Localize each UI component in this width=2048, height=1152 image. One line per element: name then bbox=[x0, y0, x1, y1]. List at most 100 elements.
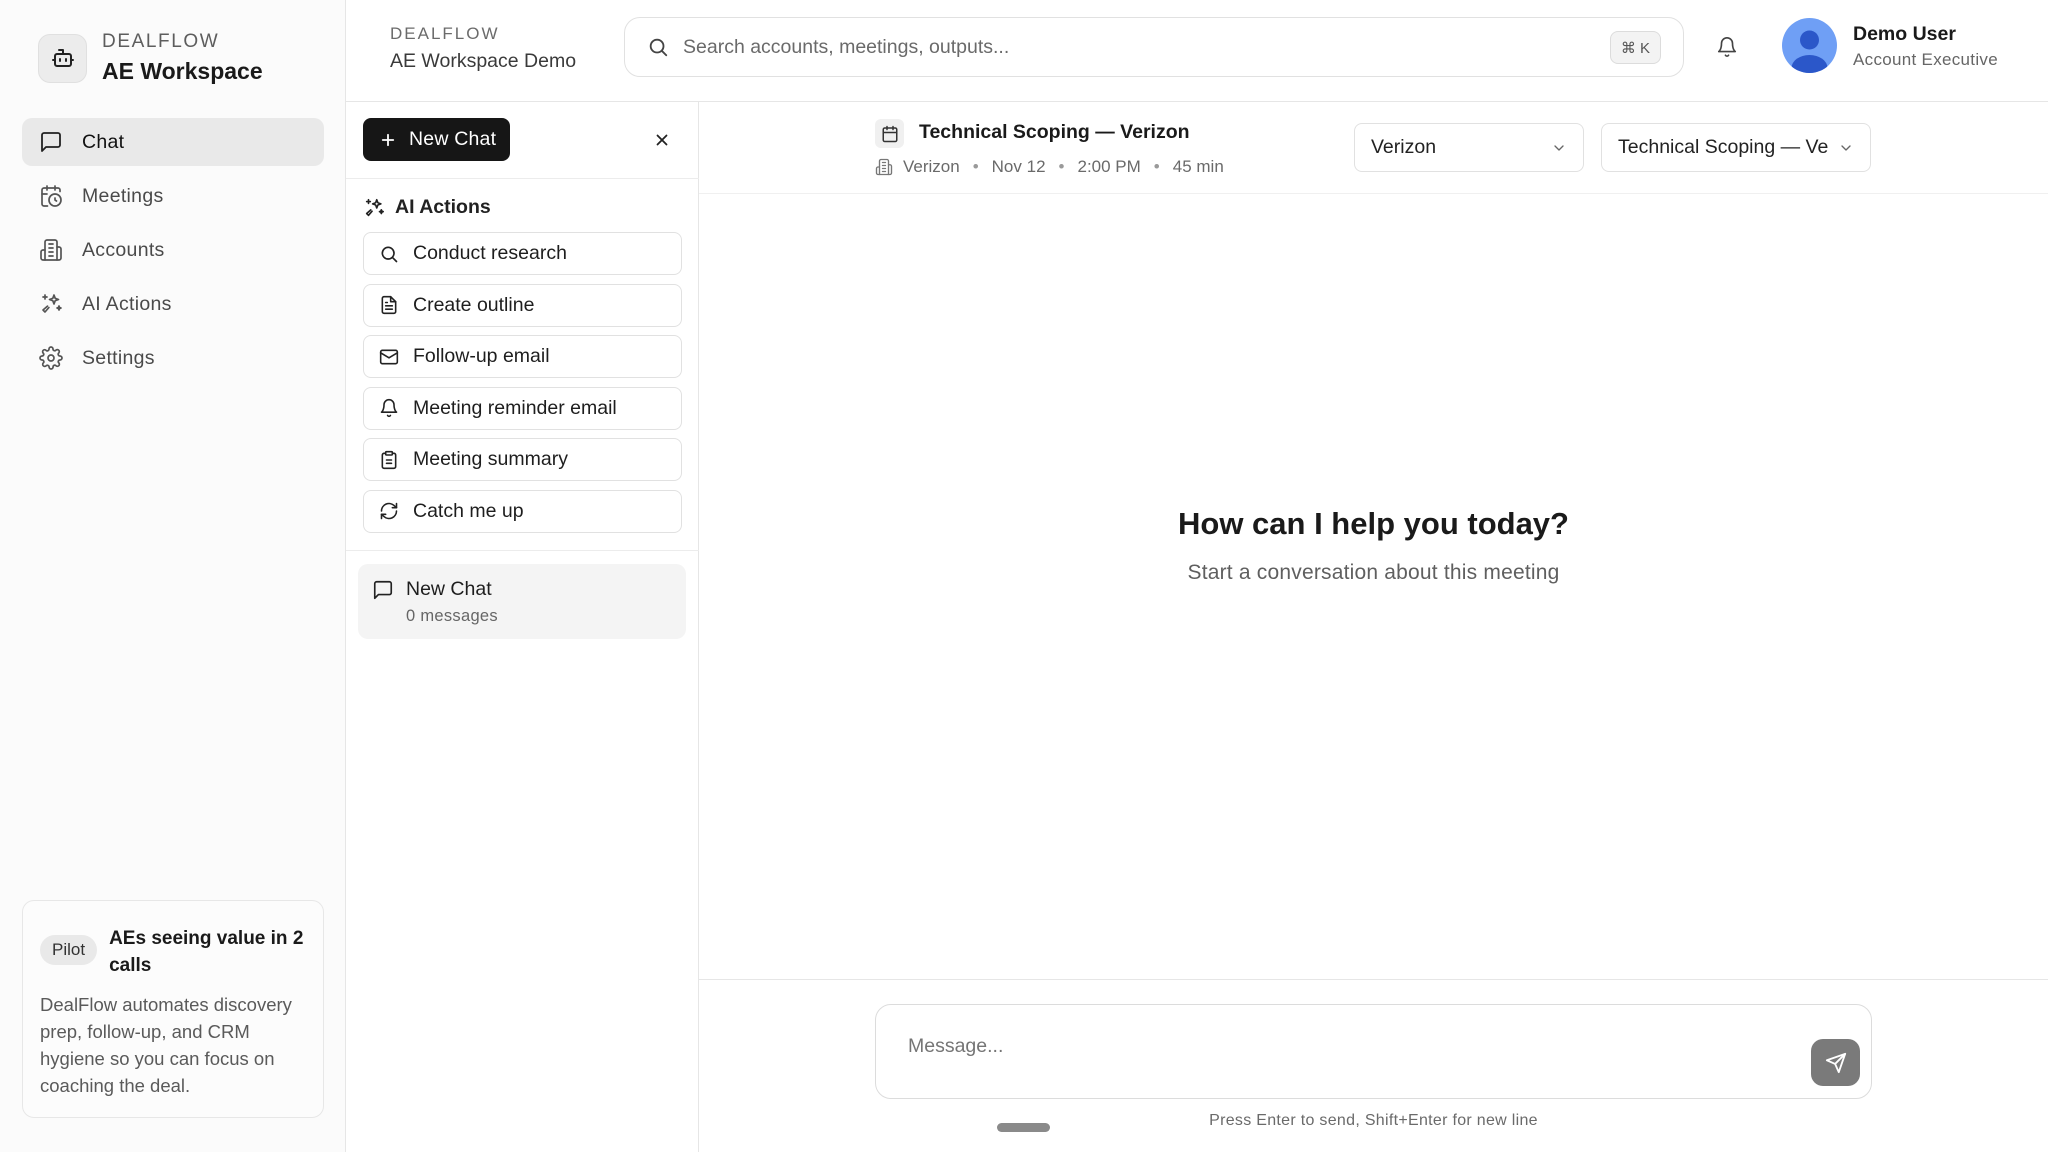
file-text-icon bbox=[379, 295, 399, 315]
chevron-down-icon bbox=[1551, 140, 1567, 156]
nav-item-chat[interactable]: Chat bbox=[22, 118, 324, 166]
meeting-date: Nov 12 bbox=[991, 157, 1046, 176]
close-panel-button[interactable] bbox=[648, 126, 676, 154]
send-icon bbox=[1825, 1052, 1847, 1074]
sparkles-icon bbox=[363, 197, 385, 219]
nav-item-meetings[interactable]: Meetings bbox=[22, 172, 324, 220]
ai-actions-heading-label: AI Actions bbox=[395, 196, 491, 218]
clipboard-icon bbox=[379, 450, 399, 470]
pilot-badge: Pilot bbox=[40, 935, 98, 965]
brand[interactable]: DEALFLOW AE Workspace bbox=[38, 30, 263, 86]
chat-message-count: 0 messages bbox=[406, 607, 498, 625]
meeting-account: Verizon bbox=[903, 157, 960, 176]
meeting-header: Technical Scoping — Verizon Verizon • No… bbox=[699, 102, 2048, 194]
workspace-kicker: DEALFLOW bbox=[390, 24, 500, 43]
send-button[interactable] bbox=[1811, 1039, 1860, 1086]
bell-icon bbox=[1716, 36, 1738, 58]
message-square-icon bbox=[372, 579, 394, 601]
action-meeting-summary[interactable]: Meeting summary bbox=[363, 438, 682, 481]
empty-state-title: How can I help you today? bbox=[1178, 506, 1569, 541]
action-label: Meeting summary bbox=[413, 448, 568, 470]
separator-dot: • bbox=[1058, 157, 1065, 176]
meeting-time: 2:00 PM bbox=[1077, 157, 1141, 176]
message-input[interactable] bbox=[908, 1035, 1768, 1065]
user-name: Demo User bbox=[1853, 22, 1956, 45]
search-shortcut: ⌘ K bbox=[1609, 31, 1661, 64]
message-composer bbox=[875, 1004, 1872, 1099]
new-chat-label: New Chat bbox=[409, 128, 497, 150]
nav-item-label: Settings bbox=[82, 346, 155, 369]
main-nav: Chat Meetings Accounts AI Actions Settin… bbox=[22, 118, 324, 388]
divider bbox=[346, 178, 699, 179]
ai-actions-list: Conduct research Create outline Follow-u… bbox=[363, 232, 682, 541]
pilot-title: AEs seeing value in 2 calls bbox=[109, 928, 304, 976]
plus-icon bbox=[379, 131, 397, 149]
action-follow-up-email[interactable]: Follow-up email bbox=[363, 335, 682, 378]
chat-list-item[interactable]: New Chat 0 messages bbox=[358, 564, 686, 639]
action-meeting-reminder-email[interactable]: Meeting reminder email bbox=[363, 386, 682, 430]
notifications-button[interactable] bbox=[1712, 32, 1742, 62]
search-icon bbox=[379, 244, 399, 264]
chat-title: New Chat bbox=[406, 578, 492, 600]
separator-dot: • bbox=[972, 157, 979, 176]
workspace-label: DEALFLOW AE Workspace Demo bbox=[390, 23, 576, 74]
meeting-select-value: Technical Scoping — Verizon bbox=[1618, 136, 1828, 158]
divider bbox=[346, 550, 699, 551]
ai-actions-heading: AI Actions bbox=[363, 196, 491, 219]
bot-icon bbox=[38, 33, 87, 83]
composer-hint: Press Enter to send, Shift+Enter for new… bbox=[1209, 1112, 1538, 1129]
avatar bbox=[1782, 18, 1837, 73]
action-catch-me-up[interactable]: Catch me up bbox=[363, 489, 682, 533]
nav-item-label: Chat bbox=[82, 130, 125, 153]
calendar-icon bbox=[875, 119, 904, 148]
refresh-icon bbox=[379, 501, 399, 521]
nav-item-ai-actions[interactable]: AI Actions bbox=[22, 280, 324, 328]
brand-kicker: DEALFLOW bbox=[102, 31, 220, 52]
workspace-name: AE Workspace Demo bbox=[390, 50, 577, 72]
message-square-icon bbox=[38, 129, 64, 155]
action-label: Follow-up email bbox=[413, 345, 550, 367]
chat-main: Technical Scoping — Verizon Verizon • No… bbox=[699, 102, 2048, 1152]
calendar-clock-icon bbox=[38, 183, 64, 209]
separator-dot: • bbox=[1153, 157, 1160, 176]
sparkles-icon bbox=[38, 291, 64, 317]
nav-item-accounts[interactable]: Accounts bbox=[22, 226, 324, 274]
gear-icon bbox=[38, 345, 64, 371]
pilot-body: DealFlow automates discovery prep, follo… bbox=[40, 994, 292, 1096]
search-input[interactable] bbox=[683, 35, 1583, 59]
top-header: DEALFLOW AE Workspace Demo ⌘ K Demo User… bbox=[346, 0, 2048, 102]
brand-title: AE Workspace bbox=[102, 58, 263, 84]
divider bbox=[699, 979, 2048, 980]
mail-icon bbox=[379, 347, 399, 367]
building-icon bbox=[38, 237, 64, 263]
close-icon bbox=[653, 131, 671, 149]
action-create-outline[interactable]: Create outline bbox=[363, 283, 682, 327]
left-navigation: DEALFLOW AE Workspace Chat Meetings Acco… bbox=[0, 0, 346, 1152]
chat-sidebar: New Chat AI Actions Conduct research Cre… bbox=[346, 102, 699, 1152]
chevron-down-icon bbox=[1838, 140, 1854, 156]
empty-state-subtitle: Start a conversation about this meeting bbox=[1187, 561, 1560, 584]
action-label: Create outline bbox=[413, 293, 535, 316]
action-label: Meeting reminder email bbox=[413, 396, 617, 419]
nav-item-settings[interactable]: Settings bbox=[22, 334, 324, 382]
action-label: Catch me up bbox=[413, 499, 524, 522]
meeting-title: Technical Scoping — Verizon bbox=[919, 121, 1190, 143]
search-bar[interactable]: ⌘ K bbox=[624, 17, 1684, 77]
nav-item-label: AI Actions bbox=[82, 292, 172, 315]
meeting-meta: Verizon • Nov 12 • 2:00 PM • 45 min bbox=[875, 157, 1224, 177]
user-role: Account Executive bbox=[1853, 49, 1998, 69]
user-menu[interactable]: Demo User Account Executive bbox=[1782, 18, 1998, 73]
new-chat-button[interactable]: New Chat bbox=[363, 118, 510, 161]
nav-item-label: Meetings bbox=[82, 184, 164, 207]
building-icon bbox=[875, 158, 893, 176]
account-select-value: Verizon bbox=[1371, 136, 1437, 158]
pilot-card: Pilot AEs seeing value in 2 calls DealFl… bbox=[22, 900, 324, 1118]
meeting-select[interactable]: Technical Scoping — Verizon bbox=[1601, 123, 1871, 172]
meeting-duration: 45 min bbox=[1172, 157, 1224, 176]
action-label: Conduct research bbox=[413, 242, 567, 264]
search-icon bbox=[647, 36, 669, 58]
nav-item-label: Accounts bbox=[82, 238, 165, 261]
bell-icon bbox=[379, 398, 399, 418]
account-select[interactable]: Verizon bbox=[1354, 123, 1584, 172]
action-conduct-research[interactable]: Conduct research bbox=[363, 232, 682, 275]
